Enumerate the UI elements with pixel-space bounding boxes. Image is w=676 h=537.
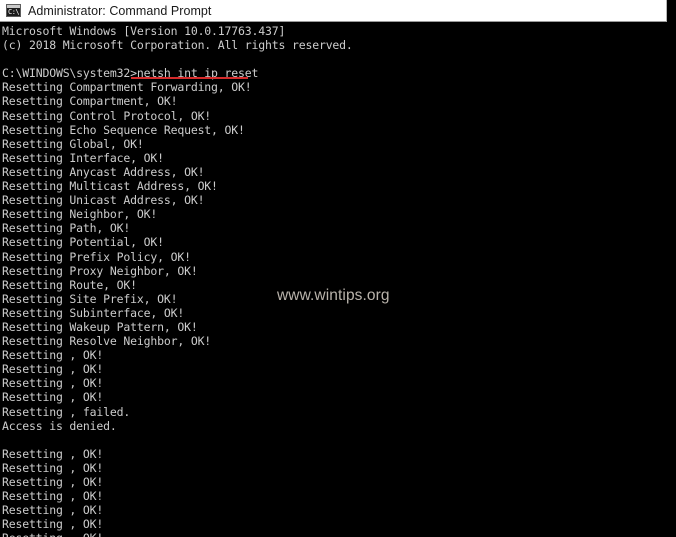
console-line: Resetting Path, OK! — [2, 221, 131, 236]
console-line: Resetting , OK! — [2, 390, 104, 405]
console-line: Resetting , OK! — [2, 376, 104, 391]
console-line: Resetting Unicast Address, OK! — [2, 193, 205, 208]
window-titlebar[interactable]: C:\ Administrator: Command Prompt — [0, 0, 667, 22]
console-line: Resetting Anycast Address, OK! — [2, 164, 205, 179]
console-line: Resetting Interface, OK! — [2, 150, 164, 165]
titlebar-right-filler — [668, 0, 676, 23]
console-line: Resetting , OK! — [2, 460, 104, 475]
console-line: Resetting Compartment Forwarding, OK! — [2, 80, 252, 95]
command-prompt-window: C:\ Administrator: Command Prompt Micros… — [0, 0, 676, 537]
console-line: Resetting Echo Sequence Request, OK! — [2, 122, 245, 137]
console-line: Resetting Multicast Address, OK! — [2, 179, 218, 194]
console-line: Resetting Compartment, OK! — [2, 94, 178, 109]
console-line: Resetting , OK! — [2, 446, 104, 461]
console-line: Resetting Control Protocol, OK! — [2, 108, 212, 123]
console-line: Resetting Proxy Neighbor, OK! — [2, 263, 198, 278]
watermark-text: www.wintips.org — [277, 287, 390, 304]
command-prompt-icon: C:\ — [6, 4, 21, 17]
console-line: Resetting Potential, OK! — [2, 235, 164, 250]
red-underline-annotation — [131, 77, 248, 79]
console-line: Resetting Prefix Policy, OK! — [2, 249, 191, 264]
console-line: Resetting , OK! — [2, 531, 353, 537]
console-line: Resetting , OK! — [2, 503, 104, 518]
console-line: Resetting Neighbor, OK! — [2, 207, 158, 222]
console-line: Resetting , OK! — [2, 517, 104, 532]
console-line: Resetting , OK! — [2, 362, 104, 377]
console-line: Resetting Subinterface, OK! — [2, 305, 185, 320]
console-line: Resetting Wakeup Pattern, OK! — [2, 319, 198, 334]
console-line: Resetting , failed. — [2, 404, 131, 419]
console-line: Resetting , OK! — [2, 475, 104, 489]
console-lines: Microsoft Windows [Version 10.0.17763.43… — [2, 24, 353, 537]
console-line: Resetting , OK! — [2, 489, 104, 504]
console-line: Resetting Global, OK! — [2, 136, 144, 151]
console-line: Resetting Resolve Neighbor, OK! — [2, 334, 212, 349]
console-line: Access is denied. — [2, 418, 117, 433]
console-line: Resetting , OK! — [2, 348, 104, 363]
console-line: Microsoft Windows [Version 10.0.17763.43… — [2, 24, 286, 38]
window-title: Administrator: Command Prompt — [28, 3, 212, 18]
console-output-area[interactable]: Microsoft Windows [Version 10.0.17763.43… — [0, 23, 676, 537]
command-prompt-icon-glyph: C:\ — [8, 8, 20, 16]
console-line: (c) 2018 Microsoft Corporation. All righ… — [2, 38, 353, 53]
